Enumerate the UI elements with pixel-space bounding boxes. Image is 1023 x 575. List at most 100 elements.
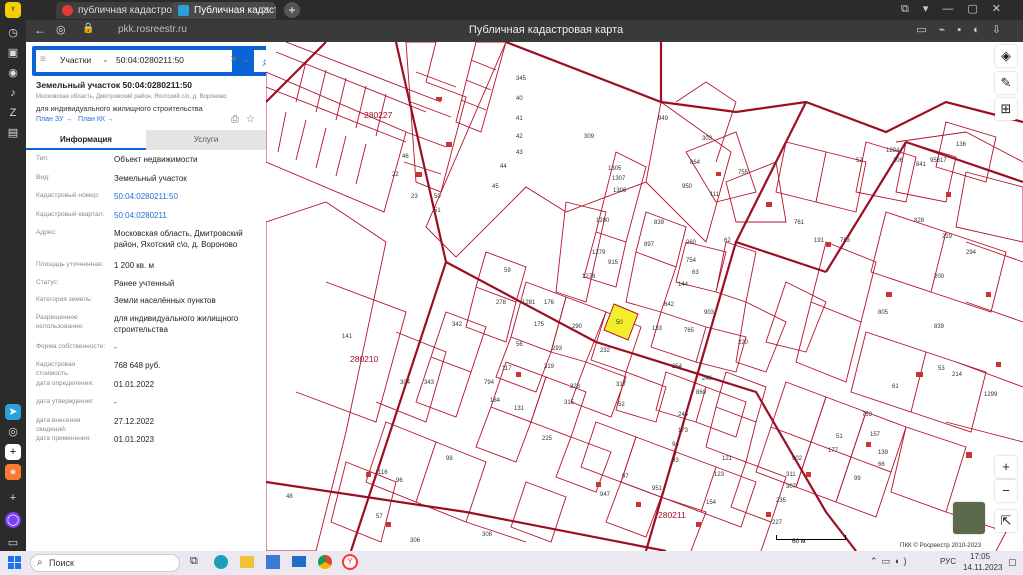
keyboard-language[interactable]: РУС (940, 557, 956, 566)
plot-number[interactable]: 761 (794, 220, 805, 226)
taskbar-search[interactable]: ⌕ Поиск (30, 554, 180, 572)
plot-number[interactable]: 311 (786, 472, 796, 478)
plot-number[interactable]: 133 (652, 326, 663, 332)
plot-number[interactable]: 244 (678, 412, 689, 418)
plot-number[interactable]: 254 (672, 364, 683, 370)
bookmarks-icon[interactable]: ▣ (5, 45, 21, 61)
plot-number[interactable]: 191 (814, 238, 825, 244)
plot-number[interactable]: 342 (452, 322, 463, 328)
plot-number[interactable]: 315 (564, 400, 575, 406)
plot-number[interactable]: 93 (672, 458, 679, 464)
satellite-toggle-button[interactable] (953, 502, 985, 534)
plot-number[interactable]: 177 (828, 448, 839, 454)
plot-number[interactable]: 839 (934, 324, 945, 330)
new-tab-button[interactable]: + (284, 2, 300, 18)
plot-number[interactable]: 828 (914, 218, 925, 224)
plot-number[interactable]: 754 (686, 258, 697, 264)
plot-number[interactable]: 220 (738, 340, 749, 346)
plot-number[interactable]: 53 (938, 366, 945, 372)
plot-number[interactable]: 51 (836, 434, 843, 440)
plot-number[interactable]: 860 (696, 390, 707, 396)
plot-number[interactable]: 123 (714, 472, 725, 478)
plot-number[interactable]: 173 (678, 428, 689, 434)
tab-inactive[interactable]: публичная кадастровая к (56, 2, 184, 19)
plot-number[interactable]: 111 (710, 192, 720, 198)
plot-number[interactable]: 1294 (886, 148, 900, 154)
plot-number[interactable]: 59 (504, 268, 511, 274)
plot-number[interactable]: 131 (514, 406, 525, 412)
chrome-icon[interactable] (318, 555, 332, 569)
edge-icon[interactable] (214, 555, 228, 569)
plot-number[interactable]: 1306 (613, 188, 627, 194)
explorer-icon[interactable] (240, 556, 254, 568)
plot-number[interactable]: 303 (702, 136, 713, 142)
plot-number[interactable]: 307 (786, 484, 797, 490)
plot-number[interactable]: 43 (516, 150, 523, 156)
plot-number[interactable]: 794 (484, 380, 495, 386)
tab-info[interactable]: Информация (26, 130, 146, 150)
plot-number[interactable]: 753 (862, 412, 873, 418)
close-tab-icon[interactable]: ✕ (262, 2, 270, 19)
search-input[interactable]: 50:04:0280211:50 (116, 55, 184, 65)
panel-toggle-icon[interactable]: ▭ (5, 535, 21, 551)
plot-number[interactable]: 61 (892, 384, 899, 390)
plot-number[interactable]: 1279 (592, 250, 606, 256)
plot-number[interactable]: 294 (966, 250, 977, 256)
info-value[interactable]: 50:04:0280211 (114, 210, 264, 221)
plot-number[interactable]: 225 (542, 436, 553, 442)
plot-number[interactable]: 139 (878, 450, 889, 456)
measure-button[interactable]: ✎ (995, 72, 1017, 94)
plot-number[interactable]: 176 (544, 300, 555, 306)
plot-number[interactable]: 765 (684, 328, 695, 334)
plot-number[interactable]: 915 (608, 260, 619, 266)
tab-active[interactable]: Публичная кадастровая к ✕ (172, 2, 276, 19)
cadastral-map[interactable]: 50 309 949 303 864 950 111 755 1305 1307 1306 1280 1… (266, 42, 1023, 551)
plot-number[interactable]: 949 (658, 116, 669, 122)
alice-icon[interactable]: ◯ (5, 512, 21, 528)
search-icon[interactable]: ⌕ (254, 50, 266, 72)
plot-number[interactable]: 642 (664, 302, 675, 308)
start-icon[interactable] (8, 556, 21, 569)
plot-number[interactable]: 278 (496, 300, 507, 306)
plot-number[interactable]: 755 (738, 170, 749, 176)
layers-button[interactable]: ◈ (995, 45, 1017, 67)
map-canvas[interactable]: 50 309 949 303 864 950 111 755 1305 1307 1306 1280 1… (266, 42, 1023, 551)
clock-time[interactable]: 17:05 (970, 552, 990, 561)
plot-number[interactable]: 22 (392, 172, 399, 178)
plot-number[interactable]: 227 (772, 520, 783, 526)
plot-number[interactable]: 219 (942, 234, 953, 240)
plot-number[interactable]: 309 (584, 134, 595, 140)
star-icon[interactable]: ☆ (246, 114, 255, 125)
music-icon[interactable]: ♪ (5, 85, 21, 101)
zoom-out-button[interactable]: − (995, 480, 1017, 502)
plot-number[interactable]: 96 (396, 478, 403, 484)
plot-number[interactable]: 1299 (984, 392, 998, 398)
plot-number[interactable]: 136 (956, 142, 967, 148)
menu-icon[interactable]: ≡ (40, 54, 46, 65)
plot-number[interactable]: 63 (692, 270, 699, 276)
plot-number[interactable]: 1307 (612, 176, 626, 182)
plot-number[interactable]: 323 (570, 384, 581, 390)
plot-number[interactable]: 308 (482, 532, 493, 538)
select-button[interactable]: ⊞ (995, 98, 1017, 120)
plot-number[interactable]: 184 (490, 398, 501, 404)
plot-number[interactable]: 214 (952, 372, 963, 378)
app-icon[interactable]: ◎ (5, 424, 21, 440)
plan-kk-link[interactable]: План КК → (78, 116, 114, 123)
plot-number[interactable]: 97 (622, 474, 629, 480)
plot-number[interactable]: 157 (870, 432, 881, 438)
tab-services[interactable]: Услуги (146, 130, 266, 150)
plot-number[interactable]: 40 (516, 96, 523, 102)
plot-number[interactable]: 52 (618, 402, 625, 408)
history-icon[interactable]: ◷ (5, 25, 21, 41)
plot-number[interactable]: 106 (893, 158, 904, 164)
plot-number[interactable]: 175 (534, 322, 545, 328)
zoom-in-button[interactable]: + (995, 456, 1017, 478)
plot-number[interactable]: 319 (544, 364, 555, 370)
plot-number[interactable]: 23 (411, 194, 418, 200)
plot-number[interactable]: 839 (654, 220, 665, 226)
plot-number[interactable]: 95617 (930, 158, 947, 164)
clock-date[interactable]: 14.11.2023 (963, 563, 1002, 572)
plot-number[interactable]: 62 (724, 238, 731, 244)
plot-number[interactable]: 48 (286, 494, 293, 500)
